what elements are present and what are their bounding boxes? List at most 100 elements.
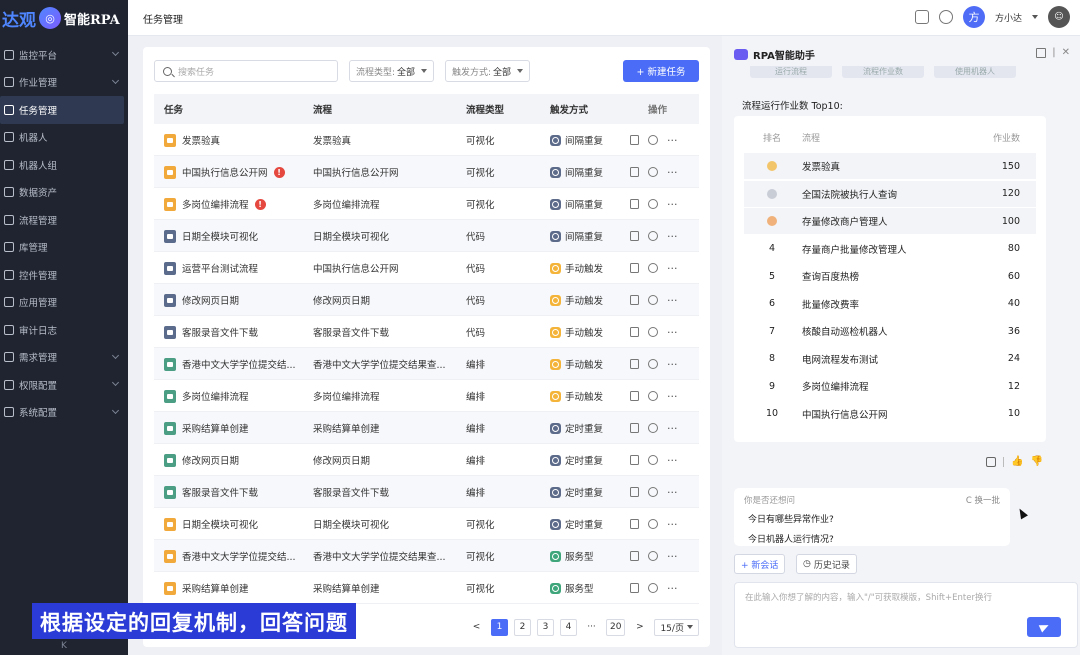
detail-icon[interactable]	[630, 167, 639, 177]
detail-icon[interactable]	[630, 263, 639, 273]
sidebar-item[interactable]: 数据资产	[0, 179, 128, 207]
more-icon[interactable]: ···	[667, 326, 678, 339]
user-name[interactable]: 方小达	[995, 11, 1022, 24]
page-button[interactable]: 2	[514, 618, 531, 636]
task-name[interactable]: 中国执行信息公开网	[182, 165, 268, 179]
suggested-question[interactable]: 今日有哪些异常作业?	[748, 512, 834, 525]
more-icon[interactable]: ···	[667, 134, 678, 147]
task-name[interactable]: 多岗位编排流程	[182, 389, 249, 403]
more-icon[interactable]: ···	[667, 230, 678, 243]
sidebar-item[interactable]: 应用管理	[0, 289, 128, 317]
detail-icon[interactable]	[630, 295, 639, 305]
more-icon[interactable]: ···	[667, 582, 678, 595]
page-button[interactable]: 4	[560, 618, 577, 636]
info-icon[interactable]	[648, 519, 658, 529]
sidebar-item[interactable]: 系统配置	[0, 399, 128, 427]
info-icon[interactable]	[648, 391, 658, 401]
more-icon[interactable]: ···	[667, 518, 678, 531]
detail-icon[interactable]	[630, 391, 639, 401]
task-cell[interactable]: 香港中文大学学位提交结...	[164, 348, 309, 380]
collapse-sidebar-icon[interactable]: K	[0, 641, 128, 655]
detail-icon[interactable]	[630, 199, 639, 209]
sidebar-item[interactable]: 任务管理	[0, 96, 124, 124]
task-cell[interactable]: 日期全模块可视化	[164, 220, 309, 252]
refresh-button[interactable]: C 换一批	[966, 494, 1000, 506]
task-name[interactable]: 修改网页日期	[182, 453, 239, 467]
table-row[interactable]: 香港中文大学学位提交结... 香港中文大学学位提交结果查... 可视化 服务型 ···	[154, 540, 699, 572]
sidebar-item[interactable]: 作业管理	[0, 69, 128, 97]
table-row[interactable]: 多岗位编排流程 多岗位编排流程 编排 手动触发 ···	[154, 380, 699, 412]
page-button[interactable]: 20	[606, 618, 626, 636]
task-cell[interactable]: 发票验真	[164, 124, 309, 156]
detail-icon[interactable]	[630, 455, 639, 465]
more-icon[interactable]: ···	[667, 390, 678, 403]
info-icon[interactable]	[648, 263, 658, 273]
send-icon[interactable]	[1027, 617, 1061, 637]
next-page-button[interactable]: >	[631, 619, 648, 636]
table-row[interactable]: 客服录音文件下载 客服录音文件下载 代码 手动触发 ···	[154, 316, 699, 348]
task-cell[interactable]: 多岗位编排流程	[164, 380, 309, 412]
detail-icon[interactable]	[630, 359, 639, 369]
page-button[interactable]: 1	[491, 618, 508, 636]
new-session-button[interactable]: + 新会话	[734, 554, 786, 574]
task-name[interactable]: 运营平台测试流程	[182, 261, 258, 275]
sidebar-item[interactable]: 流程管理	[0, 206, 128, 234]
table-row[interactable]: 采购结算单创建 采购结算单创建 编排 定时重复 ···	[154, 412, 699, 444]
more-icon[interactable]: ···	[667, 486, 678, 499]
sidebar-item[interactable]: 控件管理	[0, 261, 128, 289]
task-name[interactable]: 香港中文大学学位提交结...	[182, 357, 296, 371]
info-icon[interactable]	[648, 231, 658, 241]
help-icon[interactable]	[938, 10, 953, 24]
task-name[interactable]: 日期全模块可视化	[182, 229, 258, 243]
info-icon[interactable]	[648, 583, 658, 593]
more-icon[interactable]: ···	[667, 422, 678, 435]
detail-icon[interactable]	[630, 231, 639, 241]
sidebar-item[interactable]: 库管理	[0, 234, 128, 262]
task-name[interactable]: 修改网页日期	[182, 293, 239, 307]
sidebar-item[interactable]: 权限配置	[0, 371, 128, 399]
more-icon[interactable]: ···	[667, 358, 678, 371]
table-row[interactable]: 日期全模块可视化 日期全模块可视化 可视化 定时重复 ···	[154, 508, 699, 540]
thumbs-down-icon[interactable]: 👎	[1030, 456, 1042, 467]
task-name[interactable]: 客服录音文件下载	[182, 325, 258, 339]
table-row[interactable]: 修改网页日期 修改网页日期 代码 手动触发 ···	[154, 284, 699, 316]
task-cell[interactable]: 客服录音文件下载	[164, 476, 309, 508]
table-row[interactable]: 日期全模块可视化 日期全模块可视化 代码 间隔重复 ···	[154, 220, 699, 252]
more-icon[interactable]: ···	[667, 166, 678, 179]
task-cell[interactable]: 香港中文大学学位提交结...	[164, 540, 309, 572]
chat-input[interactable]: 在此输入你想了解的内容，输入"/"可获取模版，Shift+Enter换行	[734, 582, 1078, 648]
sidebar-item[interactable]: 监控平台	[0, 41, 128, 69]
info-icon[interactable]	[648, 327, 658, 337]
more-icon[interactable]: ···	[667, 262, 678, 275]
sidebar-item[interactable]: 需求管理	[0, 344, 128, 372]
detail-icon[interactable]	[630, 551, 639, 561]
task-cell[interactable]: 采购结算单创建	[164, 412, 309, 444]
task-name[interactable]: 采购结算单创建	[182, 581, 249, 595]
detail-icon[interactable]	[630, 327, 639, 337]
more-icon[interactable]: ···	[667, 454, 678, 467]
table-row[interactable]: 修改网页日期 修改网页日期 编排 定时重复 ···	[154, 444, 699, 476]
task-cell[interactable]: 采购结算单创建	[164, 572, 309, 604]
page-size-select[interactable]: 15/页	[654, 618, 699, 636]
task-cell[interactable]: 运营平台测试流程	[164, 252, 309, 284]
task-cell[interactable]: 中国执行信息公开网!	[164, 156, 309, 188]
brand-logo[interactable]: 达观 ◎ 智能RPA	[0, 0, 128, 36]
history-button[interactable]: ◷ 历史记录	[796, 554, 857, 574]
suggested-question[interactable]: 今日机器人运行情况?	[748, 532, 834, 545]
task-name[interactable]: 多岗位编排流程	[182, 197, 249, 211]
page-button[interactable]: 3	[537, 618, 554, 636]
task-cell[interactable]: 修改网页日期	[164, 444, 309, 476]
task-name[interactable]: 客服录音文件下载	[182, 485, 258, 499]
table-row[interactable]: 多岗位编排流程! 多岗位编排流程 可视化 间隔重复 ···	[154, 188, 699, 220]
table-row[interactable]: 采购结算单创建 采购结算单创建 可视化 服务型 ···	[154, 572, 699, 604]
assistant-tab[interactable]: 运行流程	[750, 66, 832, 78]
info-icon[interactable]	[648, 487, 658, 497]
task-name[interactable]: 采购结算单创建	[182, 421, 249, 435]
task-cell[interactable]: 多岗位编排流程!	[164, 188, 309, 220]
more-icon[interactable]: ···	[667, 294, 678, 307]
table-row[interactable]: 发票验真 发票验真 可视化 间隔重复 ···	[154, 124, 699, 156]
info-icon[interactable]	[648, 167, 658, 177]
info-icon[interactable]	[648, 199, 658, 209]
info-icon[interactable]	[648, 551, 658, 561]
task-name[interactable]: 发票验真	[182, 133, 220, 147]
